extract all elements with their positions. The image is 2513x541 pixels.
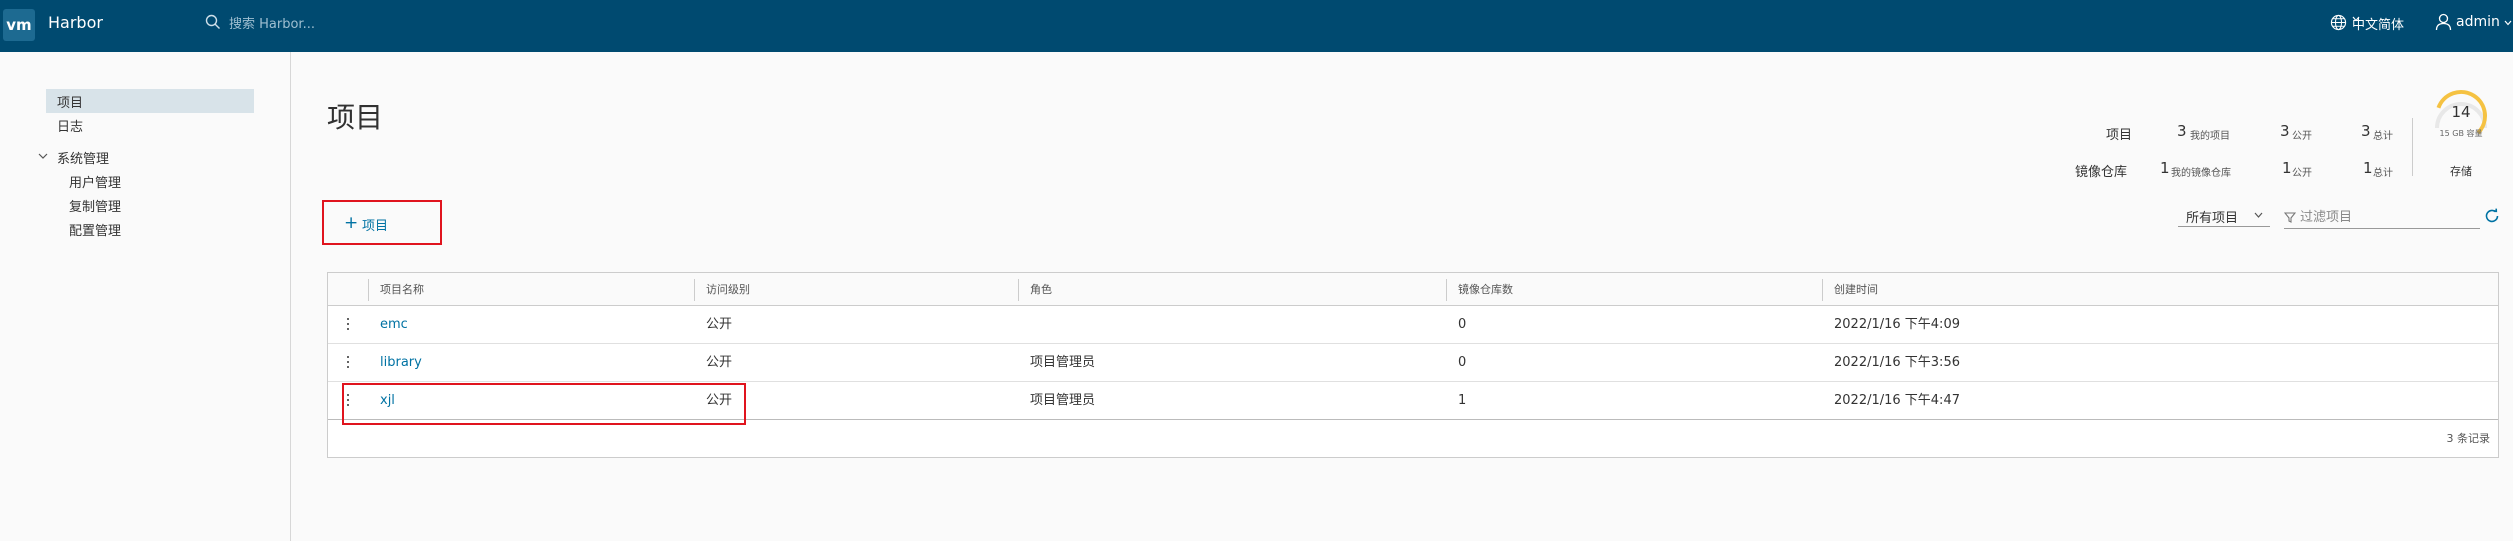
creation-time: 2022/1/16 下午3:56 — [1834, 355, 1960, 370]
sidebar-item-users[interactable]: 用户管理 — [69, 172, 121, 191]
sidebar-item-configuration[interactable]: 配置管理 — [69, 220, 121, 239]
stats-total-repos-count: 1 — [2363, 159, 2373, 177]
globe-icon — [2330, 14, 2347, 31]
column-header-access[interactable]: 访问级别 — [706, 273, 750, 306]
sidebar-item-administration[interactable]: 系统管理 — [57, 148, 109, 167]
new-project-button[interactable]: + 项目 — [322, 200, 442, 245]
access-level: 公开 — [706, 393, 733, 408]
stats-public-projects-label: 公开 — [2292, 131, 2312, 142]
project-name-link[interactable]: library — [380, 344, 422, 382]
sidebar-item-projects[interactable]: 项目 — [57, 92, 83, 111]
repo-count: 1 — [1458, 393, 1467, 408]
user-icon — [2435, 13, 2452, 31]
page-title: 项目 — [327, 101, 384, 134]
vmware-logo[interactable]: vm — [3, 9, 35, 41]
stats-public-projects-count: 3 — [2280, 122, 2290, 140]
chevron-down-icon — [2254, 212, 2263, 218]
table-row: library 公开 项目管理员 0 2022/1/16 下午3:56 — [328, 344, 2498, 382]
filter-input[interactable] — [2300, 207, 2478, 227]
stats-projects-label: 项目 — [2106, 128, 2133, 143]
column-separator — [368, 279, 369, 301]
search-icon — [205, 14, 220, 29]
repo-count: 0 — [1458, 317, 1467, 332]
row-actions-icon[interactable] — [346, 356, 350, 370]
project-name-link[interactable]: emc — [380, 306, 408, 344]
role: 项目管理员 — [1030, 393, 1096, 408]
sidebar-item-replications[interactable]: 复制管理 — [69, 196, 121, 215]
filter-icon — [2284, 212, 2296, 223]
access-level: 公开 — [706, 355, 733, 370]
row-actions-icon[interactable] — [346, 394, 350, 408]
table-header: 项目名称 访问级别 角色 镜像仓库数 创建时间 — [328, 273, 2498, 306]
storage-capacity: 15 GB 容量 — [2439, 129, 2483, 138]
user-name: admin — [2456, 14, 2500, 30]
table-footer-count: 3 条记录 — [2446, 432, 2491, 445]
stats-my-projects-count: 3 — [2177, 122, 2187, 140]
stats-my-repos-count: 1 — [2160, 159, 2170, 177]
creation-time: 2022/1/16 下午4:09 — [1834, 317, 1960, 332]
column-separator — [1446, 279, 1447, 301]
stats-public-repos-count: 1 — [2282, 159, 2292, 177]
column-header-role[interactable]: 角色 — [1030, 273, 1052, 306]
plus-icon: + — [344, 213, 359, 233]
column-header-repo-count[interactable]: 镜像仓库数 — [1458, 273, 1513, 306]
stats-total-repos-label: 总计 — [2373, 168, 2393, 179]
sidebar-item-logs[interactable]: 日志 — [57, 116, 83, 135]
projects-table: 项目名称 访问级别 角色 镜像仓库数 创建时间 emc 公开 0 2022/1/… — [327, 272, 2499, 458]
row-actions-icon[interactable] — [346, 318, 350, 332]
column-separator — [1018, 279, 1019, 301]
stats-public-repos-label: 公开 — [2292, 168, 2312, 179]
stats-my-projects-label: 我的项目 — [2190, 131, 2230, 142]
project-name-link[interactable]: xjl — [380, 382, 395, 420]
new-project-label: 项目 — [362, 219, 389, 234]
table-row: emc 公开 0 2022/1/16 下午4:09 — [328, 306, 2498, 344]
access-level: 公开 — [706, 317, 733, 332]
global-search[interactable] — [205, 13, 505, 35]
creation-time: 2022/1/16 下午4:47 — [1834, 393, 1960, 408]
storage-value: 14 — [2451, 103, 2471, 121]
stats-repos-label: 镜像仓库 — [2075, 165, 2128, 180]
refresh-icon[interactable] — [2484, 208, 2500, 224]
column-header-name[interactable]: 项目名称 — [380, 273, 424, 306]
chevron-down-icon — [2504, 20, 2512, 26]
stats-total-projects-label: 总计 — [2373, 131, 2393, 142]
stats-my-repos-label: 我的镜像仓库 — [2171, 168, 2231, 179]
storage-label: 存储 — [2450, 165, 2472, 178]
column-header-created[interactable]: 创建时间 — [1834, 273, 1878, 306]
project-filter[interactable] — [2284, 205, 2480, 229]
project-type-value: 所有项目 — [2186, 211, 2239, 226]
stats-total-projects-count: 3 — [2361, 122, 2371, 140]
table-row: xjl 公开 项目管理员 1 2022/1/16 下午4:47 — [328, 382, 2498, 420]
app-title[interactable]: Harbor — [48, 13, 103, 32]
sidebar: 项目 日志 系统管理 用户管理 复制管理 配置管理 — [0, 52, 291, 541]
role: 项目管理员 — [1030, 355, 1096, 370]
column-separator — [1822, 279, 1823, 301]
project-type-select[interactable]: 所有项目 — [2178, 205, 2270, 227]
repo-count: 0 — [1458, 355, 1467, 370]
stats-divider — [2412, 118, 2413, 176]
chevron-down-icon[interactable] — [38, 152, 48, 160]
header-bar: vm Harbor 中文简体 admin — [0, 0, 2513, 52]
search-input[interactable] — [229, 13, 499, 35]
chevron-down-icon — [2352, 16, 2360, 22]
column-separator — [694, 279, 695, 301]
